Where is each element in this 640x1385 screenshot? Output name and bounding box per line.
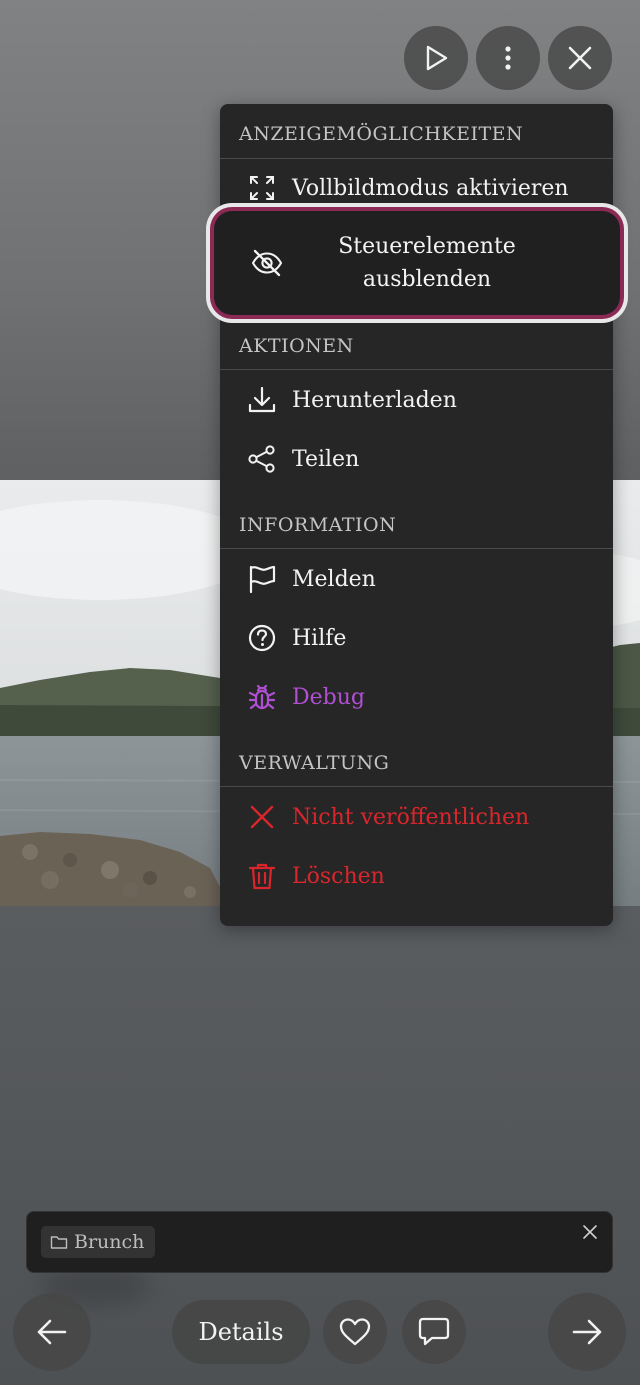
- menu-item-label: Hilfe: [292, 625, 347, 651]
- arrow-left-icon: [37, 1319, 67, 1345]
- trash-icon: [246, 860, 278, 892]
- previous-photo-button[interactable]: [13, 1293, 91, 1371]
- menu-item-share[interactable]: Teilen: [220, 431, 613, 487]
- section-title-administration: VERWALTUNG: [239, 752, 390, 774]
- section-title-display: ANZEIGEMÖGLICHKEITEN: [239, 123, 524, 145]
- album-bar-close-button[interactable]: [580, 1222, 600, 1242]
- share-icon: [246, 443, 278, 475]
- blurred-background-bottom: [0, 906, 640, 1385]
- play-icon: [426, 45, 448, 71]
- next-photo-button[interactable]: [548, 1293, 626, 1371]
- fullscreen-icon: [246, 172, 278, 204]
- hide-controls-body: Steuerelemente ausblenden: [214, 211, 620, 315]
- menu-item-download[interactable]: Herunterladen: [220, 372, 613, 428]
- eye-off-icon: [250, 246, 284, 280]
- menu-item-label: Nicht veröffentlichen: [292, 804, 530, 830]
- comment-icon: [418, 1317, 450, 1346]
- divider: [220, 548, 613, 549]
- flag-icon: [246, 563, 278, 595]
- favorite-button[interactable]: [323, 1300, 387, 1364]
- bug-icon: [246, 681, 278, 713]
- album-name: Brunch: [74, 1231, 145, 1253]
- menu-item-unpublish[interactable]: Nicht veröffentlichen: [220, 789, 613, 845]
- comments-button[interactable]: [402, 1300, 466, 1364]
- close-icon: [583, 1225, 597, 1239]
- more-options-button[interactable]: [476, 26, 540, 90]
- close-viewer-button[interactable]: [548, 26, 612, 90]
- details-button[interactable]: Details: [172, 1300, 310, 1364]
- menu-item-label: Vollbildmodus aktivieren: [292, 175, 569, 201]
- divider: [220, 158, 613, 159]
- section-title-actions: AKTIONEN: [239, 335, 354, 357]
- arrow-right-icon: [572, 1319, 602, 1345]
- download-icon: [246, 384, 278, 416]
- menu-item-label: Debug: [292, 684, 365, 710]
- photo-viewer-screen: ANZEIGEMÖGLICHKEITEN Vollbildmodus aktiv…: [0, 0, 640, 1385]
- menu-item-hide-controls[interactable]: Steuerelemente ausblenden: [206, 203, 628, 323]
- help-circle-icon: [246, 622, 278, 654]
- menu-item-debug[interactable]: Debug: [220, 669, 613, 725]
- menu-item-help[interactable]: Hilfe: [220, 610, 613, 666]
- divider: [220, 786, 613, 787]
- x-icon: [246, 801, 278, 833]
- close-icon: [568, 46, 592, 70]
- slideshow-play-button[interactable]: [404, 26, 468, 90]
- menu-item-delete[interactable]: Löschen: [220, 848, 613, 904]
- section-title-information: INFORMATION: [239, 514, 397, 536]
- album-chip[interactable]: Brunch: [41, 1226, 155, 1258]
- focus-ring: Steuerelemente ausblenden: [210, 207, 624, 319]
- folder-icon: [50, 1234, 68, 1250]
- menu-item-label: Teilen: [292, 446, 360, 472]
- divider: [220, 369, 613, 370]
- menu-item-label: Herunterladen: [292, 387, 457, 413]
- menu-item-report[interactable]: Melden: [220, 551, 613, 607]
- menu-item-label: Melden: [292, 566, 376, 592]
- heart-icon: [339, 1318, 371, 1346]
- more-vertical-icon: [505, 46, 511, 70]
- menu-item-label: Steuerelemente ausblenden: [338, 234, 516, 292]
- album-bar: Brunch: [26, 1211, 613, 1273]
- menu-item-label: Löschen: [292, 863, 385, 889]
